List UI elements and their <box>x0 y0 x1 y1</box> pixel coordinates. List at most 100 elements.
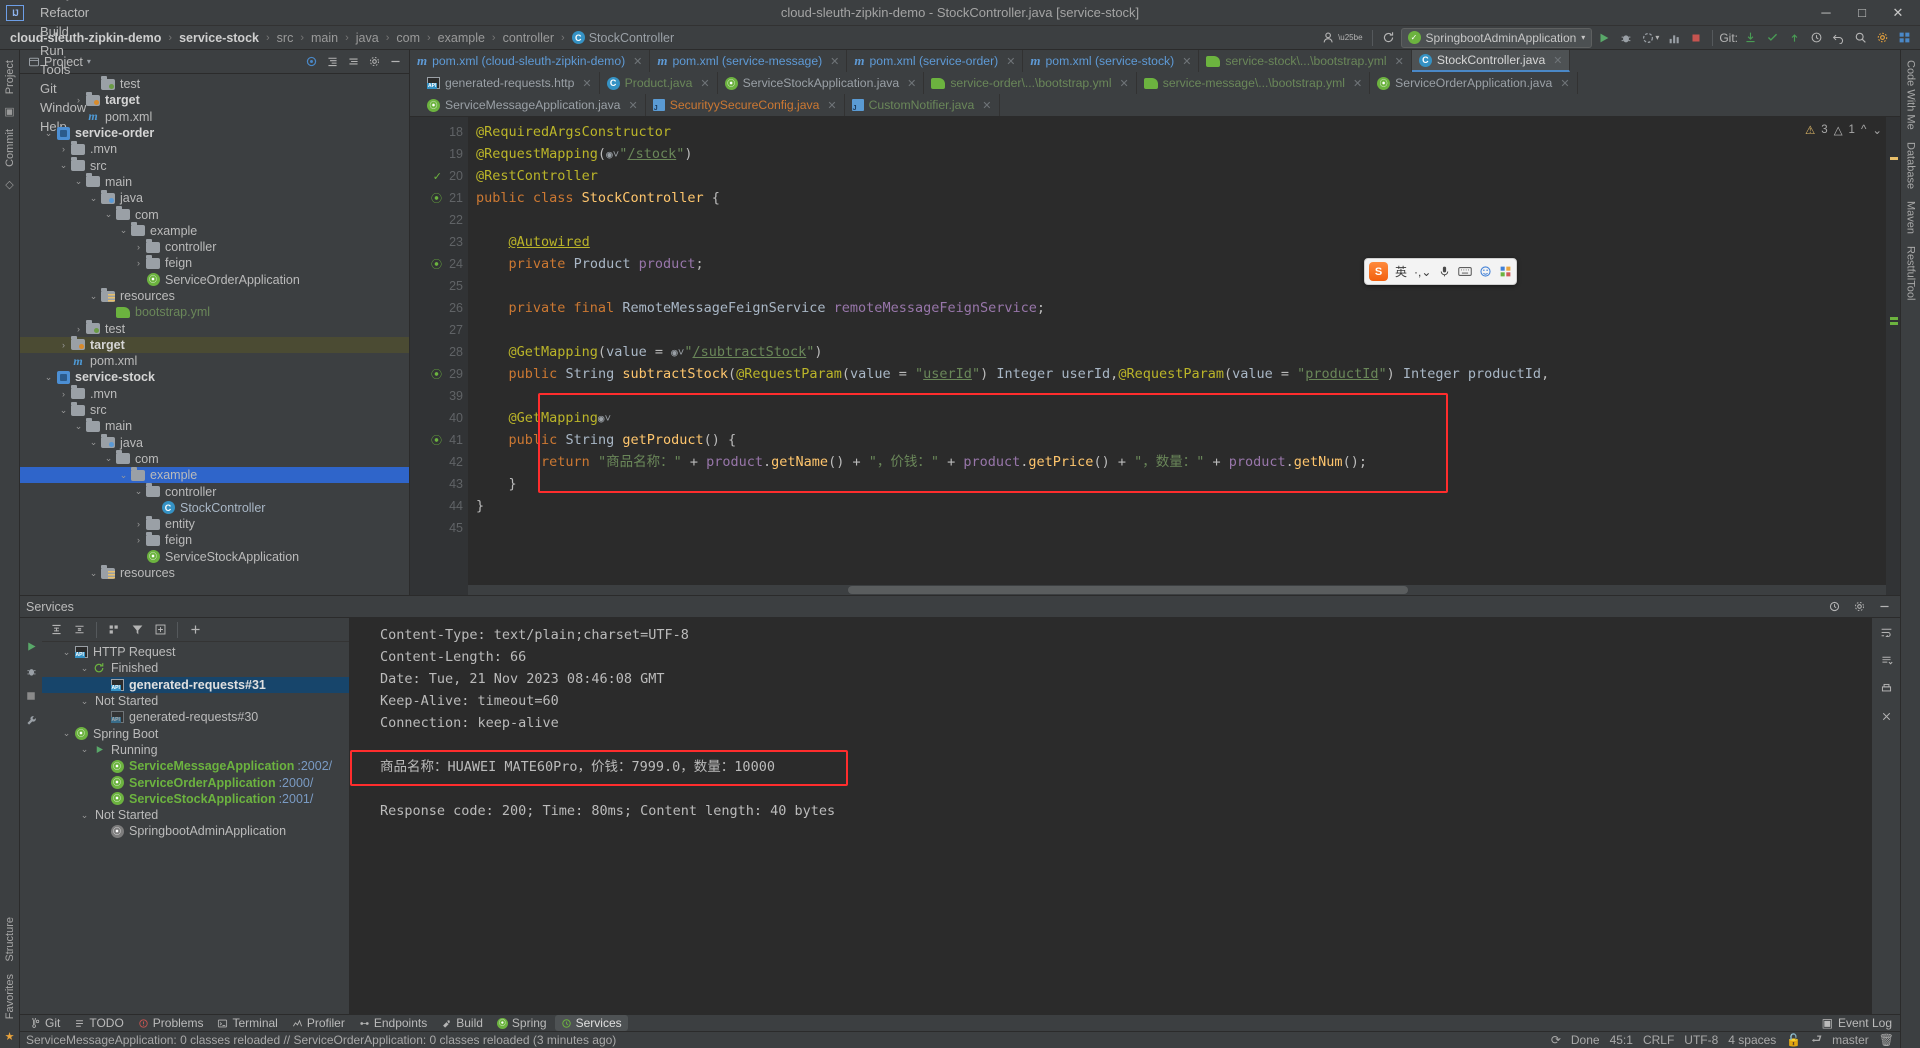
tool-tab-favorites[interactable]: Favorites <box>1 968 19 1025</box>
gutter-line-number[interactable]: ⦿ 41 <box>410 429 468 451</box>
prev-problem-icon[interactable]: ^ <box>1861 124 1866 136</box>
tree-twisty[interactable]: ⌄ <box>78 810 91 821</box>
gutter-line-number[interactable]: ⦿ 21 <box>410 187 468 209</box>
settings-wrench-icon[interactable] <box>25 714 38 730</box>
editor-tab[interactable]: SecurityySecureConfig.java ✕ <box>645 94 845 116</box>
editor-tab[interactable]: generated-requests.http ✕ <box>420 72 600 94</box>
close-tab-icon[interactable]: ✕ <box>582 77 591 90</box>
code-line[interactable]: @Autowired <box>468 231 1886 253</box>
tree-twisty[interactable]: ⌄ <box>78 663 91 674</box>
code-line[interactable]: public String getProduct() { <box>468 429 1886 451</box>
tree-twisty[interactable]: ⌄ <box>117 225 130 236</box>
project-tree-row[interactable]: › .mvn <box>20 140 409 157</box>
bottom-tab-build[interactable]: Build <box>435 1015 489 1031</box>
tree-twisty[interactable]: › <box>72 95 85 105</box>
rerun-icon[interactable] <box>25 640 38 656</box>
close-tab-icon[interactable]: ✕ <box>830 55 839 68</box>
ime-punctuation-icon[interactable]: ·,⌄ <box>1414 265 1431 279</box>
sogou-logo-icon[interactable]: S <box>1369 262 1388 281</box>
code-line[interactable]: } <box>468 495 1886 517</box>
code-line[interactable]: public class StockController { <box>468 187 1886 209</box>
editor-tab[interactable]: C Product.java ✕ <box>599 72 718 94</box>
services-gear-icon[interactable] <box>1849 597 1869 617</box>
project-tree-row[interactable]: › controller <box>20 238 409 255</box>
code-line[interactable] <box>468 385 1886 407</box>
gutter-line-number[interactable]: 22 <box>410 209 468 231</box>
close-tab-icon[interactable]: ✕ <box>633 55 642 68</box>
project-tree-row[interactable]: › feign <box>20 531 409 548</box>
service-port-link[interactable]: :2002/ <box>297 759 332 773</box>
breadcrumb-item-example[interactable]: example <box>436 31 487 45</box>
editor-horizontal-scrollbar[interactable] <box>468 585 1886 595</box>
close-button[interactable]: ✕ <box>1880 1 1916 25</box>
filter-icon[interactable] <box>127 620 147 640</box>
project-tree-row[interactable]: ⌄ main <box>20 173 409 190</box>
project-tree-row[interactable]: ⌄ service-stock <box>20 369 409 385</box>
maximize-button[interactable]: □ <box>1844 1 1880 25</box>
bottom-tab-services[interactable]: Services <box>554 1015 628 1031</box>
gutter-line-number[interactable]: 19 <box>410 143 468 165</box>
project-tree-row[interactable]: › target <box>20 336 409 354</box>
code-line[interactable]: @GetMapping◉˅ <box>468 407 1886 429</box>
minimize-button[interactable]: ─ <box>1808 1 1844 25</box>
services-tree-row[interactable]: ⌄ Running <box>42 742 349 758</box>
project-tree-row[interactable]: bootstrap.yml <box>20 304 409 320</box>
history-icon[interactable] <box>1806 28 1826 48</box>
close-tab-icon[interactable]: ✕ <box>628 99 637 112</box>
tree-twisty[interactable]: ⌄ <box>72 176 85 187</box>
project-tree-row[interactable]: ⦿ ServiceStockApplication <box>20 549 409 565</box>
close-tab-icon[interactable]: ✕ <box>700 77 709 90</box>
project-tree-row[interactable]: ⌄ com <box>20 206 409 222</box>
close-tab-icon[interactable]: ✕ <box>1560 77 1569 90</box>
editor-tab[interactable]: service-order\...\bootstrap.yml ✕ <box>924 72 1137 94</box>
tree-twisty[interactable]: ⌄ <box>102 209 115 220</box>
gutter-line-number[interactable]: ⦿ 29 <box>410 363 468 385</box>
close-tab-icon[interactable]: ✕ <box>907 77 916 90</box>
add-tab-icon[interactable] <box>150 620 170 640</box>
expand-all-icon[interactable] <box>322 52 342 72</box>
tree-twisty[interactable]: ⌄ <box>78 744 91 755</box>
tree-twisty[interactable]: › <box>132 258 145 268</box>
close-tab-icon[interactable]: ✕ <box>1353 77 1362 90</box>
tree-twisty[interactable]: ⌄ <box>78 696 91 707</box>
gutter-line-number[interactable]: 18 <box>410 121 468 143</box>
services-tree-row[interactable]: ⦿ SpringbootAdminApplication <box>42 823 349 839</box>
git-commit-icon[interactable] <box>1762 28 1782 48</box>
tree-twisty[interactable]: ⌄ <box>42 372 55 383</box>
url-gutter-icon[interactable]: ◉˅ <box>598 412 611 425</box>
gutter-line-number[interactable]: 45 <box>410 517 468 539</box>
tree-twisty[interactable]: ⌄ <box>87 193 100 204</box>
tool-tab-database[interactable]: Database <box>1902 136 1920 195</box>
menu-item-run[interactable]: Run <box>32 41 99 60</box>
project-tree-row[interactable]: ⌄ resources <box>20 564 409 581</box>
project-tree-row[interactable]: ⌄ controller <box>20 483 409 499</box>
tree-twisty[interactable]: ⌄ <box>132 486 145 497</box>
close-tab-icon[interactable]: ✕ <box>1006 55 1015 68</box>
close-tab-icon[interactable]: ✕ <box>1395 55 1404 68</box>
ime-emoji-icon[interactable] <box>1479 265 1492 278</box>
project-tree-row[interactable]: ⌄ java <box>20 434 409 451</box>
lock-icon[interactable]: 🔓 <box>1786 1033 1801 1047</box>
project-tree-row[interactable]: ⦿ ServiceOrderApplication <box>20 272 409 288</box>
tree-twisty[interactable]: › <box>57 340 70 350</box>
code-line[interactable]: private final RemoteMessageFeignService … <box>468 297 1886 319</box>
project-tree-row[interactable]: m pom.xml <box>20 109 409 125</box>
close-tab-icon[interactable]: ✕ <box>1182 55 1191 68</box>
project-tree-row[interactable]: ⌄ service-order <box>20 125 409 141</box>
project-tree-row[interactable]: ⌄ example <box>20 222 409 239</box>
search-icon[interactable] <box>1850 28 1870 48</box>
tree-twisty[interactable]: › <box>72 324 85 334</box>
project-tree-row[interactable]: test <box>20 75 409 92</box>
services-tree-row[interactable]: ⌄ ⦿ Spring Boot <box>42 725 349 741</box>
gutter-line-number[interactable]: ✓ 20 <box>410 165 468 187</box>
stop-button[interactable] <box>1686 28 1706 48</box>
error-stripe-gutter[interactable] <box>1886 117 1900 595</box>
gutter-line-number[interactable]: 44 <box>410 495 468 517</box>
project-tree[interactable]: test › target m pom.xml ⌄ service-order › .mvn ⌄ s… <box>20 74 409 595</box>
gutter-line-number[interactable]: ⦿ 24 <box>410 253 468 275</box>
bottom-tab-git[interactable]: Git <box>24 1015 66 1031</box>
project-tree-row[interactable]: C StockController <box>20 500 409 516</box>
run-configuration-selector[interactable]: ✓ SpringbootAdminApplication ▾ <box>1400 27 1593 48</box>
project-settings-icon[interactable] <box>364 52 384 72</box>
debug-button[interactable] <box>1616 28 1636 48</box>
